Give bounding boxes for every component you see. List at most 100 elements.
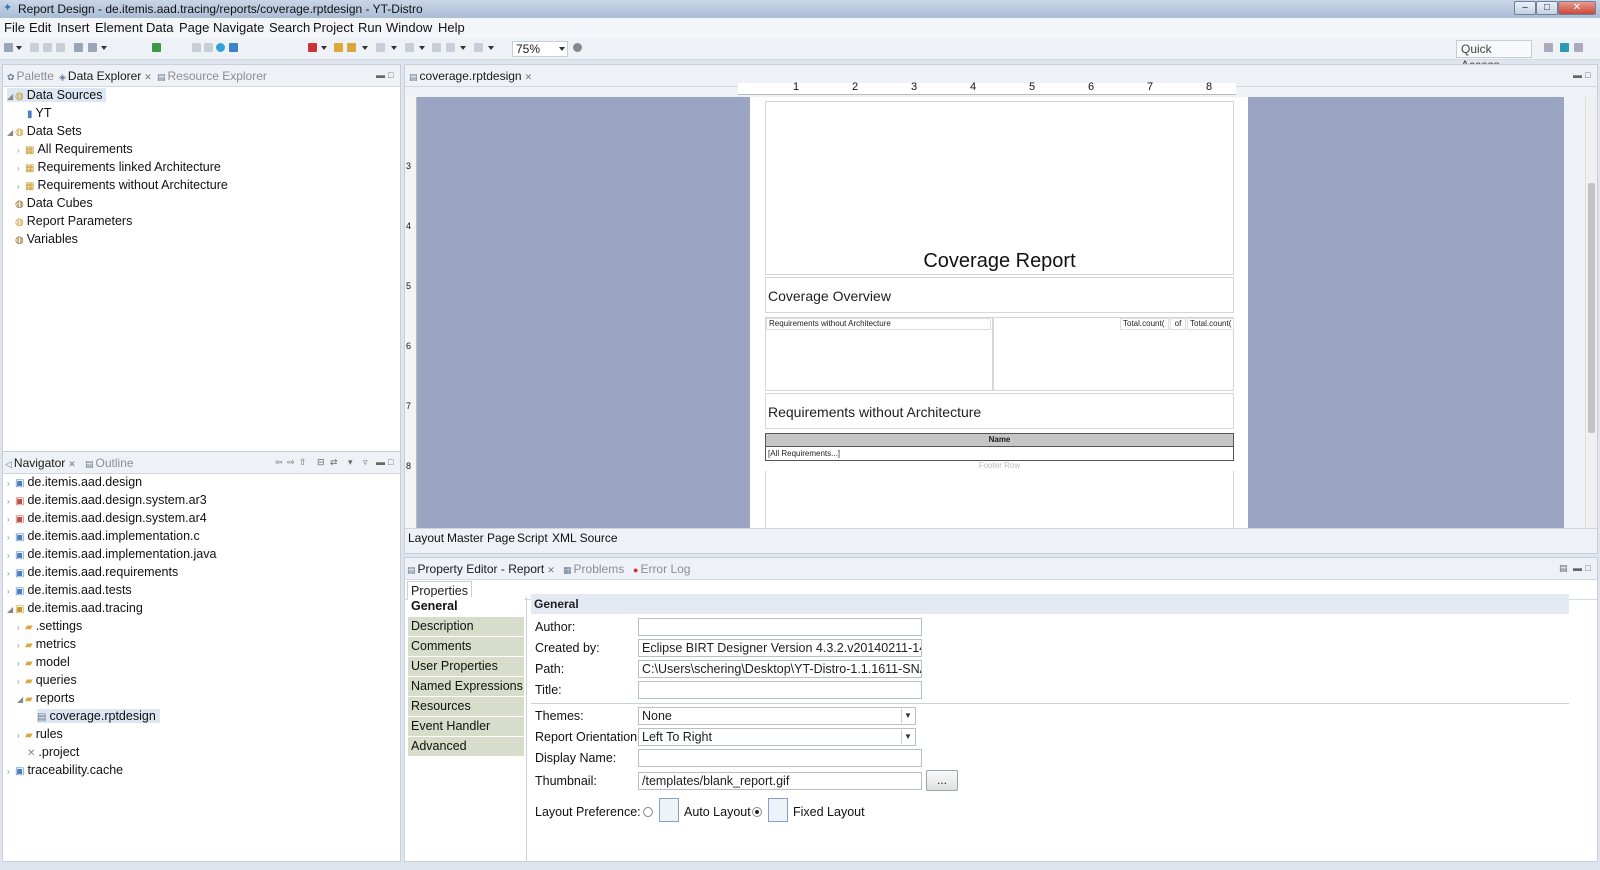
close-tab-icon[interactable]: ✕ xyxy=(68,459,76,469)
menu-insert[interactable]: Insert xyxy=(57,20,90,35)
tab-property-editor[interactable]: ▤ Property Editor - Report ✕ xyxy=(407,562,555,576)
title-field[interactable] xyxy=(638,681,922,699)
overview-left-cell[interactable]: Requirements without Architecture xyxy=(765,317,993,391)
tab-data-explorer[interactable]: ◈ Data Explorer ✕ xyxy=(59,69,152,83)
expand-icon[interactable]: › xyxy=(17,623,25,632)
expand-icon[interactable]: › xyxy=(7,569,15,578)
menu-file[interactable]: File xyxy=(4,20,25,35)
tab-xml-source[interactable]: XML Source xyxy=(552,531,618,545)
display-name-field[interactable] xyxy=(638,749,922,767)
debug-icon[interactable] xyxy=(308,43,317,52)
layout-canvas[interactable]: Coverage Report Coverage Overview Requir… xyxy=(417,97,1564,528)
tree-item-report-parameters[interactable]: ◍ Report Parameters xyxy=(15,214,132,228)
tree-project[interactable]: › ▣ de.itemis.aad.design.system.ar3 xyxy=(7,493,207,507)
tree-project[interactable]: › ▣ de.itemis.aad.implementation.c xyxy=(7,529,200,543)
tab-palette[interactable]: ✿ Palette xyxy=(7,69,54,83)
nav-back-icon[interactable] xyxy=(432,43,441,52)
themes-combo[interactable]: None ▼ xyxy=(638,707,916,725)
tree-folder[interactable]: › ▰ model xyxy=(17,655,70,669)
zoom-dropdown-icon[interactable] xyxy=(559,47,565,51)
tree-project[interactable]: › ▣ de.itemis.aad.requirements xyxy=(7,565,178,579)
maximize-view-icon[interactable]: □ xyxy=(388,70,393,80)
overview-label[interactable]: Requirements without Architecture xyxy=(766,318,991,330)
table-detail-row[interactable]: [All Requirements...] xyxy=(765,447,1234,461)
category-comments[interactable]: Comments xyxy=(408,637,524,656)
open-folder-icon[interactable] xyxy=(334,43,343,52)
close-tab-icon[interactable]: ✕ xyxy=(144,72,152,82)
expand-icon[interactable]: › xyxy=(7,767,15,776)
tab-layout[interactable]: Layout xyxy=(408,531,444,545)
preview-dropdown-icon[interactable] xyxy=(101,46,107,50)
orientation-combo[interactable]: Left To Right ▼ xyxy=(638,728,916,746)
overview-right-cell[interactable]: Total.count( of Total.count( xyxy=(993,317,1234,391)
tree-item-all-requirements[interactable]: › ▦ All Requirements xyxy=(17,142,133,156)
close-button[interactable]: ✕ xyxy=(1558,1,1596,15)
collapse-all-icon[interactable]: ⊟ xyxy=(317,457,325,468)
tab-outline[interactable]: ▤ Outline xyxy=(85,456,134,470)
section-heading[interactable]: Requirements without Architecture xyxy=(768,404,981,420)
tab-navigator[interactable]: ◁ Navigator ✕ xyxy=(5,456,76,470)
tree-item-data-cubes[interactable]: ◍ Data Cubes xyxy=(15,196,93,210)
category-description[interactable]: Description xyxy=(408,617,524,636)
view-menu-icon[interactable]: ▤ xyxy=(1559,563,1568,574)
last-edit-dropdown-icon[interactable] xyxy=(488,46,494,50)
fixed-layout-label[interactable]: Fixed Layout xyxy=(793,805,865,819)
collapse-icon[interactable]: ◢ xyxy=(17,695,25,704)
nav-forward-icon[interactable] xyxy=(446,43,455,52)
scrollbar-thumb[interactable] xyxy=(1588,183,1595,433)
category-event-handler[interactable]: Event Handler xyxy=(408,717,524,736)
forward-icon[interactable]: ⇨ xyxy=(287,457,295,468)
forward-icon[interactable] xyxy=(204,43,213,52)
category-named-expressions[interactable]: Named Expressions xyxy=(408,677,524,696)
tab-problems[interactable]: ▦ Problems xyxy=(563,562,624,576)
editor-vertical-scrollbar[interactable] xyxy=(1585,97,1597,528)
minimize-button[interactable]: – xyxy=(1514,1,1536,15)
tree-folder-reports[interactable]: ◢ ▰ reports xyxy=(17,691,75,705)
view-menu2-icon[interactable]: ▿ xyxy=(363,457,368,468)
path-field[interactable]: C:\Users\schering\Desktop\YT-Distro-1.1.… xyxy=(638,660,922,678)
menu-search[interactable]: Search xyxy=(269,20,310,35)
browse-thumbnail-button[interactable]: ... xyxy=(926,770,958,791)
expand-icon[interactable]: › xyxy=(7,533,15,542)
publish-icon[interactable] xyxy=(74,43,83,52)
link-editor-icon[interactable]: ⇄ xyxy=(330,457,338,468)
expand-icon[interactable]: › xyxy=(17,731,25,740)
report-title[interactable]: Coverage Report xyxy=(766,250,1233,273)
expand-icon[interactable]: › xyxy=(17,146,25,155)
report-page[interactable]: Coverage Report Coverage Overview Requir… xyxy=(750,97,1248,528)
report-design-perspective-icon[interactable] xyxy=(1560,43,1569,52)
tab-script[interactable]: Script xyxy=(517,531,548,545)
expand-icon[interactable]: › xyxy=(17,677,25,686)
tree-item-data-sets[interactable]: ◢ ◍ Data Sets xyxy=(7,124,82,138)
close-tab-icon[interactable]: ✕ xyxy=(547,565,555,575)
tree-folder[interactable]: › ▰ metrics xyxy=(17,637,76,651)
minimize-view-icon[interactable]: ▬ xyxy=(376,70,385,80)
maximize-editor-icon[interactable]: □ xyxy=(1585,70,1590,80)
new-icon[interactable] xyxy=(4,43,13,52)
view-menu-icon[interactable]: ▾ xyxy=(348,457,353,468)
tree-item-req-without-arch[interactable]: › ▦ Requirements without Architecture xyxy=(17,178,228,192)
preview-icon[interactable] xyxy=(88,43,97,52)
of-label[interactable]: of xyxy=(1170,318,1186,330)
tree-item-req-linked-arch[interactable]: › ▦ Requirements linked Architecture xyxy=(17,160,221,174)
total-count-2[interactable]: Total.count( xyxy=(1187,318,1234,330)
tab-resource-explorer[interactable]: ▤ Resource Explorer xyxy=(157,69,267,83)
up-icon[interactable]: ⇧ xyxy=(299,457,307,468)
category-general[interactable]: General xyxy=(408,597,524,616)
category-advanced[interactable]: Advanced xyxy=(408,737,524,756)
menu-project[interactable]: Project xyxy=(313,20,353,35)
table-header-name[interactable]: Name xyxy=(765,433,1234,447)
tree-item-data-sources[interactable]: ◢ ◍ Data Sources xyxy=(7,88,107,102)
section-heading-box[interactable]: Requirements without Architecture xyxy=(765,393,1234,429)
save-icon[interactable] xyxy=(30,43,39,52)
tree-item-yt[interactable]: ▮ YT xyxy=(27,106,52,120)
collapse-icon[interactable]: ◢ xyxy=(7,605,15,614)
minimize-editor-icon[interactable]: ▬ xyxy=(1573,70,1582,80)
tree-file[interactable]: ✕ .project xyxy=(27,745,79,759)
web-icon[interactable] xyxy=(216,43,225,52)
minimize-view-icon[interactable]: ▬ xyxy=(376,457,385,467)
overview-heading-box[interactable]: Coverage Overview xyxy=(765,277,1234,313)
next-annotation-icon[interactable] xyxy=(376,43,385,52)
debug-dropdown-icon[interactable] xyxy=(321,46,327,50)
expand-icon[interactable]: › xyxy=(7,515,15,524)
